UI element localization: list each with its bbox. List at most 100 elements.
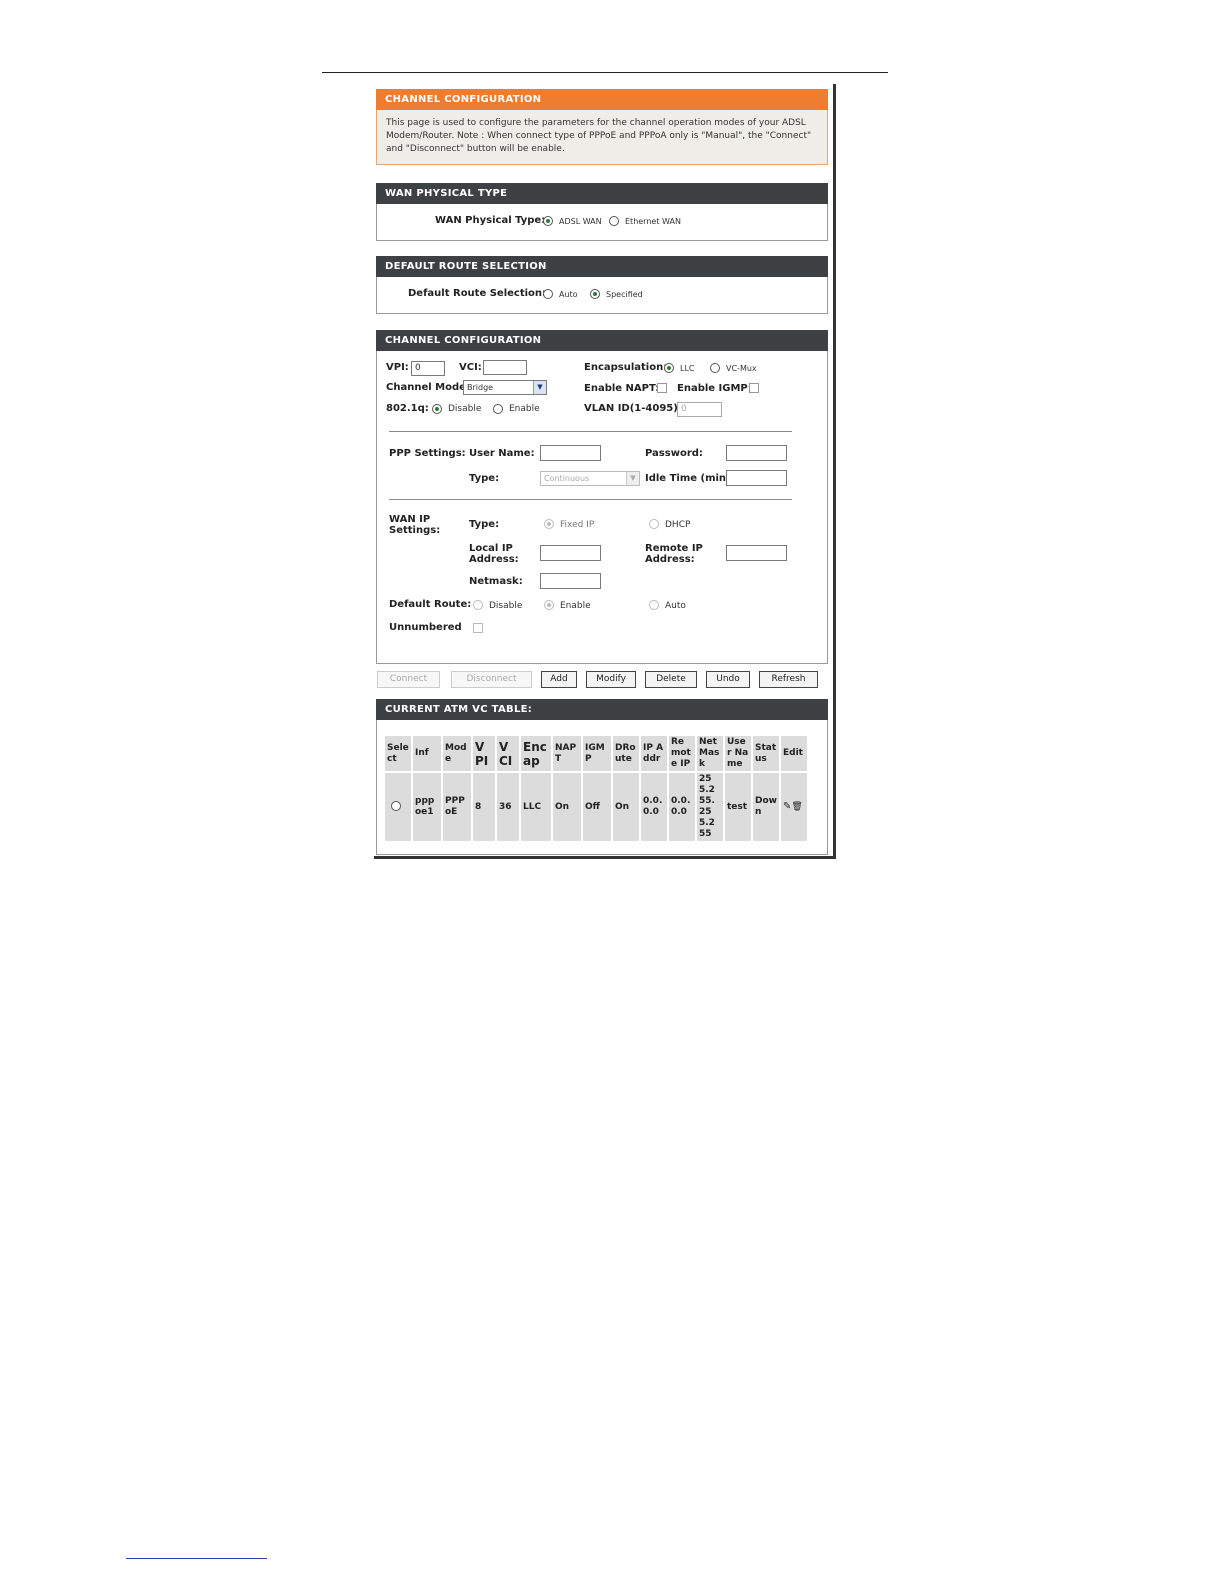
cell-netmask: 255.255.255.255 (697, 773, 723, 841)
delete-button[interactable]: Delete (645, 671, 697, 688)
cell-encap: LLC (521, 773, 551, 841)
ppp-idle-label: Idle Time (min): (645, 473, 735, 484)
trash-icon[interactable]: 🗑 (791, 802, 802, 813)
ppp-settings-label: PPP Settings: (389, 448, 466, 459)
default-route-box: Default Route Selection: Auto Specified (376, 277, 828, 314)
igmp-label: Enable IGMP: (677, 383, 752, 394)
route-specified-radio[interactable] (590, 289, 600, 299)
local-ip-label: Local IP Address: (469, 543, 519, 565)
router-config-screenshot: CHANNEL CONFIGURATION This page is used … (374, 84, 836, 859)
dot1q-enable-label: Enable (509, 404, 540, 414)
col-encap: Encap (521, 736, 551, 771)
local-ip-input[interactable] (540, 545, 601, 561)
wan-ip-type-label: Type: (469, 519, 500, 530)
encap-vcmux-radio[interactable] (710, 363, 720, 373)
cell-igmp: Off (583, 773, 611, 841)
wan-route-auto-radio[interactable] (649, 600, 659, 610)
wan-physical-header: WAN PHYSICAL TYPE (376, 183, 828, 204)
divider-2 (389, 499, 792, 500)
dot1q-label: 802.1q: (386, 403, 429, 414)
col-igmp: IGMP (583, 736, 611, 771)
ppp-user-input[interactable] (540, 445, 601, 461)
col-ip-addr: IP Addr (641, 736, 667, 771)
vc-table-header: CURRENT ATM VC TABLE: (376, 699, 828, 720)
col-user-name: User Name (725, 736, 751, 771)
route-auto-radio[interactable] (543, 289, 553, 299)
cell-remote-ip: 0.0.0.0 (669, 773, 695, 841)
col-vpi: VPI (473, 736, 495, 771)
channel-mode-value: Bridge (467, 383, 494, 392)
igmp-checkbox[interactable] (749, 383, 759, 393)
remote-ip-input[interactable] (726, 545, 787, 561)
adsl-wan-radio[interactable] (543, 216, 553, 226)
netmask-input[interactable] (540, 573, 601, 589)
channel-mode-label: Channel Mode: (386, 382, 470, 393)
cell-vpi: 8 (473, 773, 495, 841)
undo-button[interactable]: Undo (706, 671, 750, 688)
channel-config-box: VPI: 0 VCI: Encapsulation: LLC VC-Mux Ch… (376, 351, 828, 664)
unnumbered-checkbox[interactable] (473, 623, 483, 633)
ppp-type-select[interactable]: Continuous ▼ (540, 471, 640, 486)
refresh-button[interactable]: Refresh (759, 671, 818, 688)
cell-vci: 36 (497, 773, 519, 841)
channel-mode-select[interactable]: Bridge ▼ (463, 380, 547, 395)
ppp-user-label: User Name: (469, 448, 535, 459)
dot1q-enable-radio[interactable] (493, 404, 503, 414)
disconnect-button[interactable]: Disconnect (451, 671, 532, 688)
vlan-id-label: VLAN ID(1-4095): (584, 403, 682, 414)
dot1q-disable-radio[interactable] (432, 404, 442, 414)
intro-text: This page is used to configure the param… (376, 110, 828, 165)
vpi-input[interactable]: 0 (411, 361, 445, 376)
fixed-ip-radio[interactable] (544, 519, 554, 529)
vpi-label: VPI: (386, 362, 409, 373)
cell-user-name: test (725, 773, 751, 841)
dhcp-radio[interactable] (649, 519, 659, 529)
encapsulation-label: Encapsulation: (584, 362, 668, 373)
wan-ip-settings-label: WAN IP Settings: (389, 514, 441, 536)
cell-ip-addr: 0.0.0.0 (641, 773, 667, 841)
wan-route-disable-radio[interactable] (473, 600, 483, 610)
col-status: Status (753, 736, 779, 771)
encap-vcmux-label: VC-Mux (726, 364, 757, 373)
intro-section: CHANNEL CONFIGURATION This page is used … (376, 89, 828, 165)
cell-select (385, 773, 411, 841)
encap-llc-radio[interactable] (664, 363, 674, 373)
napt-checkbox[interactable] (657, 383, 667, 393)
ppp-idle-input[interactable] (726, 470, 787, 486)
col-napt: NAPT (553, 736, 581, 771)
wan-physical-label: WAN Physical Type: (435, 215, 546, 226)
channel-config-section: CHANNEL CONFIGURATION VPI: 0 VCI: Encaps… (376, 330, 828, 664)
wan-physical-box: WAN Physical Type: ADSL WAN Ethernet WAN (376, 204, 828, 241)
cell-napt: On (553, 773, 581, 841)
footer-link-underline (126, 1558, 267, 1559)
unnumbered-label: Unnumbered (389, 622, 462, 633)
default-route-label: Default Route Selection: (408, 288, 547, 299)
vci-label: VCI: (459, 362, 482, 373)
dot1q-disable-label: Disable (448, 404, 482, 414)
row-select-radio[interactable] (391, 801, 401, 811)
default-route-section: DEFAULT ROUTE SELECTION Default Route Se… (376, 256, 828, 314)
col-netmask: NetMask (697, 736, 723, 771)
page-top-rule (322, 72, 888, 73)
cell-inf: pppoe1 (413, 773, 441, 841)
add-button[interactable]: Add (541, 671, 577, 688)
dhcp-label: DHCP (665, 520, 691, 530)
atm-vc-table: Select Inf Mode VPI VCI Encap NAPT IGMP … (383, 734, 809, 843)
col-droute: DRoute (613, 736, 639, 771)
netmask-label: Netmask: (469, 576, 523, 587)
ppp-password-input[interactable] (726, 445, 787, 461)
vlan-id-input[interactable]: 0 (677, 402, 722, 417)
modify-button[interactable]: Modify (586, 671, 636, 688)
col-vci: VCI (497, 736, 519, 771)
connect-button[interactable]: Connect (377, 671, 440, 688)
wan-route-auto-label: Auto (665, 601, 686, 611)
wan-physical-section: WAN PHYSICAL TYPE WAN Physical Type: ADS… (376, 183, 828, 241)
channel-config-header: CHANNEL CONFIGURATION (376, 330, 828, 351)
ethernet-wan-radio[interactable] (609, 216, 619, 226)
cell-mode: PPPoE (443, 773, 471, 841)
table-row: pppoe1 PPPoE 8 36 LLC On Off On 0.0.0.0 … (385, 773, 807, 841)
wan-route-enable-label: Enable (560, 601, 591, 611)
wan-route-enable-radio[interactable] (544, 600, 554, 610)
vci-input[interactable] (483, 360, 527, 375)
pencil-icon[interactable]: ✎ (783, 801, 791, 812)
